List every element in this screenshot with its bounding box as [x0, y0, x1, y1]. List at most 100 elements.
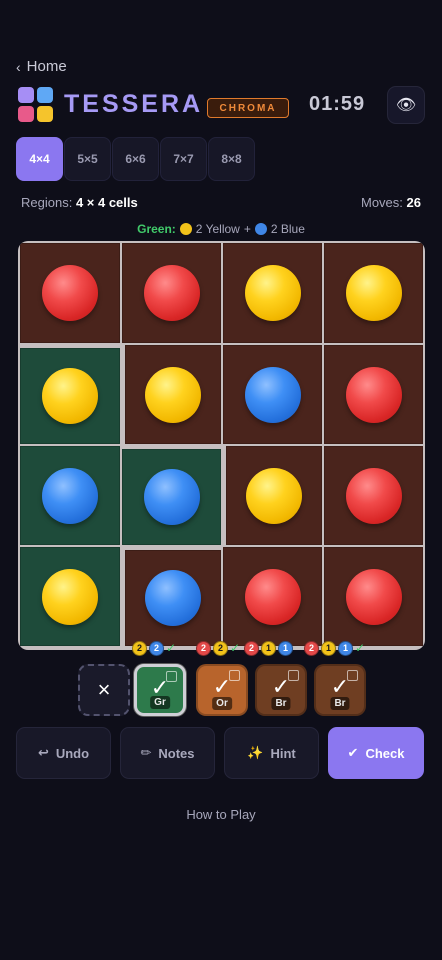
board-cell[interactable] [324, 547, 423, 646]
sparkles-icon: ✨ [247, 745, 264, 760]
clear-tray-button[interactable]: × [78, 664, 130, 716]
board-cell[interactable] [223, 345, 322, 444]
yellow-ball[interactable] [42, 368, 98, 424]
action-bar: ↩ Undo ✏ Notes ✨ Hint ✔ Check [16, 727, 424, 779]
board-cell[interactable] [20, 446, 120, 545]
hint-region-name: Green: [137, 222, 176, 236]
regions-label: Regions: [21, 195, 73, 210]
red-ball[interactable] [345, 467, 402, 524]
check-label: Check [365, 745, 405, 761]
tray-label: Gr [150, 696, 170, 709]
tray-counts-orange: 2 2 ✓ [196, 639, 240, 657]
moves-label: Moves: [361, 195, 403, 210]
count-badge: 2 [132, 640, 147, 656]
eye-icon: 👁 [395, 97, 417, 114]
blue-ball[interactable] [143, 469, 200, 525]
board-cell[interactable] [122, 449, 221, 545]
undo-button[interactable]: ↩ Undo [16, 727, 111, 779]
yellow-ball[interactable] [42, 568, 98, 625]
undo-label: Undo [55, 745, 90, 761]
game-timer: 01:59 [309, 93, 366, 115]
tray-brown-2[interactable]: ✓ Br [314, 664, 366, 716]
region-trays: × 2 2 ✓ ✓ Gr 2 2 ✓ ✓ Or 2 1 1 ✓ Br 2 1 1… [78, 639, 378, 719]
tray-label: Br [271, 697, 291, 710]
board-cell[interactable] [20, 547, 120, 646]
blue-ball[interactable] [42, 467, 98, 524]
hint-button[interactable]: ✨ Hint [224, 727, 319, 779]
board-cell[interactable] [125, 550, 221, 646]
back-home-link[interactable]: ‹ Home [16, 58, 67, 75]
red-ball[interactable] [42, 265, 98, 321]
board-cell[interactable] [223, 243, 322, 343]
hint-part-2: 2 Blue [270, 222, 305, 236]
board-size-tabs: 4×4 5×5 6×6 7×7 8×8 [16, 137, 255, 181]
tab-8x8[interactable]: 8×8 [208, 137, 255, 181]
checkbox-icon [229, 670, 240, 681]
checkbox-icon [288, 670, 299, 681]
count-badge: 2 [304, 640, 319, 656]
chevron-left-icon: ‹ [16, 58, 21, 75]
board-cell[interactable] [125, 345, 221, 444]
check-button[interactable]: ✔ Check [328, 727, 424, 779]
blue-ball[interactable] [244, 366, 301, 423]
how-to-play-link[interactable]: How to Play [0, 807, 442, 822]
tab-7x7[interactable]: 7×7 [160, 137, 207, 181]
check-icon: ✔ [347, 745, 359, 760]
mode-badge: CHROMA [207, 98, 289, 118]
yellow-ball[interactable] [246, 467, 302, 524]
hint-plus: + [243, 222, 251, 236]
reveal-button[interactable]: 👁 [387, 86, 425, 124]
tab-6x6[interactable]: 6×6 [112, 137, 159, 181]
board-cell[interactable] [223, 547, 322, 646]
app-title: TESSERA [64, 90, 204, 118]
blue-dot-icon [254, 223, 267, 235]
regions-value: 4 × 4 cells [75, 195, 138, 210]
board-cell[interactable] [20, 348, 120, 444]
count-badge: 2 [149, 640, 164, 656]
check-mark-icon: ✓ [355, 641, 366, 655]
yellow-ball[interactable] [244, 265, 301, 321]
hint-part-1: 2 Yellow [195, 222, 240, 236]
check-mark-icon: ✓ [230, 641, 241, 655]
tray-label: Or [212, 697, 232, 710]
hint-label: Hint [270, 745, 296, 761]
tray-brown-1[interactable]: ✓ Br [255, 664, 307, 716]
count-badge: 1 [338, 640, 353, 656]
red-ball[interactable] [244, 568, 301, 625]
tray-counts-green: 2 2 ✓ [132, 639, 176, 657]
count-badge: 1 [261, 640, 276, 656]
notes-label: Notes [158, 745, 195, 761]
board-cell[interactable] [324, 345, 423, 444]
red-ball[interactable] [143, 265, 200, 321]
tray-counts-brown-2: 2 1 1 ✓ [304, 639, 365, 657]
regions-info: Regions: 4 × 4 cells [21, 195, 138, 210]
moves-info: Moves: 26 [361, 195, 421, 210]
tray-counts-brown-1: 2 1 1 [244, 639, 293, 657]
checkbox-icon [166, 671, 177, 682]
count-badge: 2 [244, 640, 259, 656]
board-cell[interactable] [324, 243, 423, 343]
yellow-ball[interactable] [145, 366, 201, 423]
undo-icon: ↩ [37, 745, 49, 760]
game-board [18, 241, 425, 650]
count-badge: 1 [321, 640, 336, 656]
tab-4x4[interactable]: 4×4 [16, 137, 63, 181]
tray-orange[interactable]: ✓ Or [196, 664, 248, 716]
notes-button[interactable]: ✏ Notes [120, 727, 215, 779]
board-cell[interactable] [20, 243, 120, 343]
tab-5x5[interactable]: 5×5 [64, 137, 111, 181]
red-ball[interactable] [345, 366, 402, 423]
yellow-dot-icon [179, 223, 192, 235]
board-cell[interactable] [226, 446, 322, 545]
count-badge: 2 [196, 640, 211, 656]
board-cell[interactable] [122, 243, 221, 343]
blue-ball[interactable] [145, 570, 201, 626]
check-mark-icon: ✓ [166, 641, 177, 655]
yellow-ball[interactable] [345, 265, 402, 321]
pencil-icon: ✏ [140, 745, 152, 760]
red-ball[interactable] [345, 568, 402, 625]
region-hint: Green: 2 Yellow + 2 Blue [0, 222, 442, 236]
checkbox-icon [347, 670, 358, 681]
tray-green[interactable]: ✓ Gr [134, 664, 186, 716]
board-cell[interactable] [324, 446, 423, 545]
